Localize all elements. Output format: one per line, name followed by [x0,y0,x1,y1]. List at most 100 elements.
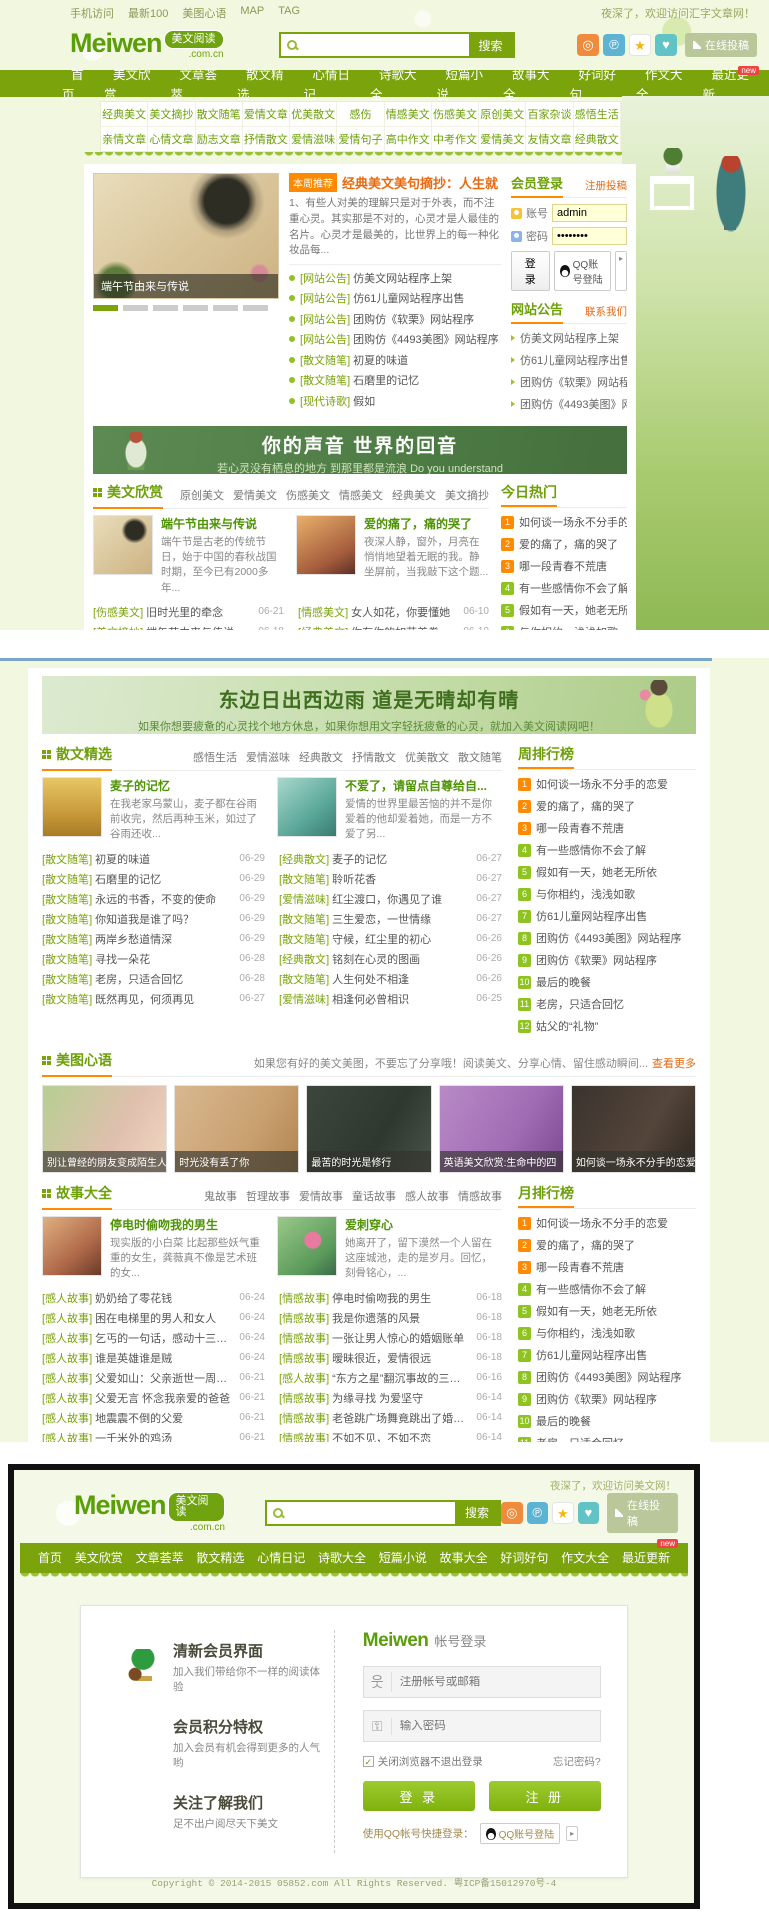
rank-item[interactable]: 哪一段青春不荒唐 [501,558,627,574]
article-title[interactable]: 我是你遗落的风景 [332,1310,470,1326]
subnav-link[interactable]: 感悟生活 [574,102,621,126]
login-button[interactable]: 登 录 [363,1781,475,1811]
section-link[interactable]: 散文随笔 [458,749,502,765]
register-button[interactable]: 注 册 [489,1781,601,1811]
article-category[interactable]: 感人故事 [42,1430,92,1442]
subnav-link[interactable]: 美文摘抄 [148,102,195,126]
article-title[interactable]: 麦子的记忆 [110,777,267,794]
rank-item[interactable]: 有一些感情你不会了解 [518,1281,696,1297]
subnav-link[interactable]: 爱情美文 [479,127,526,151]
subnav-link[interactable]: 伤感美文 [432,102,479,126]
article-category[interactable]: 情感故事 [279,1410,329,1426]
rank-item[interactable]: 爱的痛了，痛的哭了 [501,536,627,552]
article-title[interactable]: 寻找一朵花 [95,951,233,967]
section-link[interactable]: 童话故事 [352,1188,396,1204]
subnav-link[interactable]: 散文随笔 [196,102,243,126]
nav-item[interactable]: 作文大全 [557,1549,613,1567]
rank-item[interactable]: 团购仿《软栗》网站程序 [518,1391,696,1407]
rank-item[interactable]: 仿61儿童网站程序出售 [518,908,696,924]
favorite-star-icon[interactable]: ★ [552,1502,574,1524]
article-category[interactable]: 现代诗歌 [300,393,350,409]
article-title[interactable]: 爱刺穿心 [345,1216,502,1233]
site-logo[interactable]: Meiwen 美文阅读 .com.cn [74,1492,225,1533]
article-category[interactable]: 情感故事 [279,1290,329,1306]
subnav-link[interactable]: 中考作文 [432,127,479,151]
article-category[interactable]: 散文随笔 [42,911,92,927]
article-title[interactable]: 老房，只适合回忆 [95,971,233,987]
notice-title[interactable]: 团购仿《4493美图》网站程序 [520,396,627,412]
rank-item[interactable]: 爱的痛了，痛的哭了 [518,798,696,814]
subnav-link[interactable]: 爱情句子 [337,127,384,151]
article-category[interactable]: 感人故事 [42,1330,92,1346]
subnav-link[interactable]: 抒情散文 [243,127,290,151]
nav-item[interactable]: 文章荟萃 [171,64,238,104]
subnav-link[interactable]: 高中作文 [385,127,432,151]
tencent-weibo-icon[interactable]: ℗ [527,1502,549,1524]
section-link[interactable]: 情感故事 [458,1188,502,1204]
carousel-dot[interactable] [153,305,178,311]
topbar-link[interactable]: 美图心语 [182,8,226,20]
topbar-link[interactable]: MAP [240,5,264,17]
article-title[interactable]: 麦子的记忆 [332,851,470,867]
article-title[interactable]: 初夏的味道 [353,352,408,368]
rank-item[interactable]: 姑父的“礼物” [518,1018,696,1034]
section-link[interactable]: 优美散文 [405,749,449,765]
topbar-link[interactable]: 最新100 [128,8,168,20]
article-title[interactable]: 老爸跳广场舞竟跳出了婚外情 [332,1410,470,1426]
article-category[interactable]: 散文随笔 [279,871,329,887]
rank-item[interactable]: 仿61儿童网站程序出售 [518,1347,696,1363]
rank-item[interactable]: 如何谈一场永不分手的恋爱 [518,776,696,792]
rank-item[interactable]: 有一些感情你不会了解 [501,580,627,596]
article-title[interactable]: 地震震不倒的父爱 [95,1410,233,1426]
section-link[interactable]: 爱情美文 [233,487,277,503]
article-title[interactable]: 永远的书香，不变的使命 [95,891,233,907]
article-title[interactable]: 两岸乡愁道情深 [95,931,233,947]
carousel-dot[interactable] [213,305,238,311]
nav-item[interactable]: 短篇小说 [375,1549,431,1567]
article-category[interactable]: 爱情滋味 [279,891,329,907]
article-category[interactable]: 散文随笔 [279,911,329,927]
article-thumbnail[interactable] [296,515,356,575]
subnav-link[interactable]: 经典散文 [574,127,621,151]
nav-item[interactable]: 诗歌大全 [370,64,437,104]
nav-item[interactable]: 首页 [34,1549,66,1567]
subnav-link[interactable]: 心情文章 [148,127,195,151]
section-link[interactable]: 伤感美文 [286,487,330,503]
nav-item[interactable]: 文章荟萃 [132,1549,188,1567]
nav-item[interactable]: 诗歌大全 [314,1549,370,1567]
nav-item[interactable]: 散文精选 [192,1549,248,1567]
account-input[interactable] [552,204,627,222]
article-category[interactable]: 散文随笔 [42,851,92,867]
article-title[interactable]: 仿美文网站程序上架 [353,270,452,286]
view-more-link[interactable]: 查看更多 [652,1055,696,1071]
article-title[interactable]: 停电时偷吻我的男生 [332,1290,470,1306]
article-category[interactable]: 情感故事 [279,1310,329,1326]
notice-title[interactable]: 仿美文网站程序上架 [520,330,619,346]
carousel-dot[interactable] [183,305,208,311]
article-title[interactable]: 你知道我是谁了吗？ [95,911,233,927]
section-link[interactable]: 情感美文 [339,487,383,503]
sina-weibo-icon[interactable]: ◎ [577,34,599,56]
article-title[interactable]: 团购仿《软栗》网站程序 [353,311,474,327]
rank-item[interactable]: 最后的晚餐 [518,1413,696,1429]
article-category[interactable]: 伤感美文 [93,604,143,620]
subnav-link[interactable]: 亲情文章 [101,127,148,151]
subnav-link[interactable]: 原创美文 [479,102,526,126]
rank-item[interactable]: 假如有一天，她老无所依 [518,864,696,880]
article-category[interactable]: 感人故事 [42,1410,92,1426]
rank-item[interactable]: 与你相约，浅浅如歌 [518,886,696,902]
subnav-link[interactable]: 友情文章 [526,127,573,151]
rank-item[interactable]: 与你相约，浅浅如歌 [518,1325,696,1341]
rank-item[interactable]: 团购仿《4493美图》网站程序 [518,930,696,946]
password-input[interactable] [392,1720,600,1732]
article-title[interactable]: 爱的痛了，痛的哭了 [364,515,489,532]
rank-item[interactable]: 老房，只适合回忆 [518,1435,696,1442]
article-category[interactable]: 散文随笔 [300,372,350,388]
article-title[interactable]: 奶奶给了零花钱 [95,1290,233,1306]
article-category[interactable]: 情感美文 [298,604,348,620]
article-category[interactable]: 感人故事 [42,1290,92,1306]
article-thumbnail[interactable] [277,1216,337,1276]
nav-item[interactable]: 好词好句 [496,1549,552,1567]
article-thumbnail[interactable] [277,777,337,837]
nav-item[interactable]: 首页 [62,64,104,104]
